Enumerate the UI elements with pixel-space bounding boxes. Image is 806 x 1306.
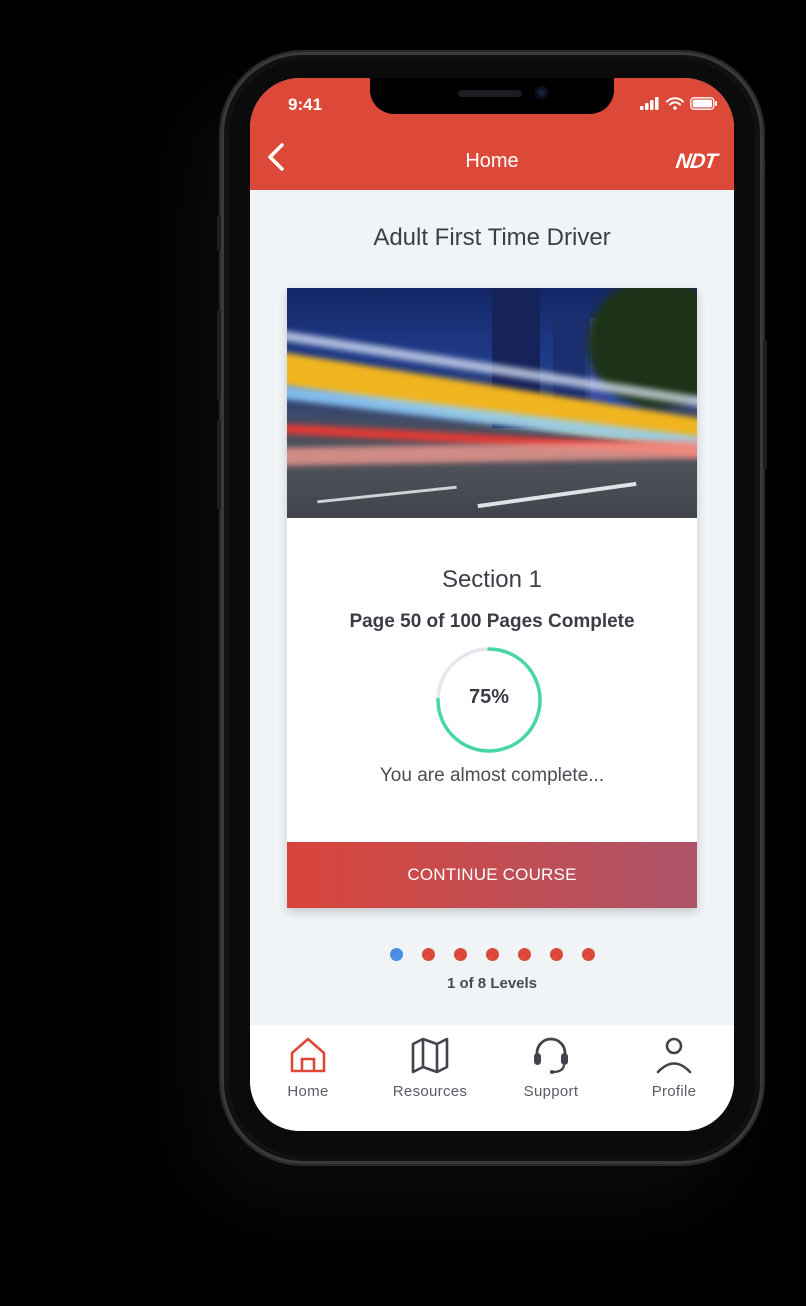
map-icon xyxy=(411,1037,449,1074)
course-card: Section 1 Page 50 of 100 Pages Complete … xyxy=(287,288,697,908)
signal-icon xyxy=(640,97,659,110)
device-notch xyxy=(370,78,614,114)
nav-header: 9:41 Home NDT xyxy=(250,78,734,190)
course-title: Adult First Time Driver xyxy=(373,224,611,251)
tab-resources-label: Resources xyxy=(392,1083,468,1100)
volume-up-button xyxy=(217,310,221,400)
status-time: 9:41 xyxy=(288,95,323,114)
level-dot[interactable] xyxy=(485,948,499,961)
road-arrow xyxy=(317,485,457,504)
tab-home[interactable]: Home xyxy=(250,1035,368,1100)
tab-support[interactable]: Support xyxy=(491,1035,611,1100)
speaker xyxy=(458,90,522,97)
section-title: Section 1 xyxy=(441,566,543,593)
level-dot[interactable] xyxy=(453,948,467,961)
home-icon xyxy=(290,1037,326,1073)
tab-profile-label: Profile xyxy=(651,1083,697,1100)
bottom-tab-bar: Home Resources Support Profile xyxy=(250,1025,734,1131)
camera xyxy=(535,86,548,99)
ndt-logo[interactable]: NDT xyxy=(674,150,717,174)
light-trail xyxy=(287,439,697,466)
level-dot[interactable] xyxy=(421,948,435,961)
status-icons xyxy=(640,97,718,110)
wifi-icon xyxy=(666,97,684,110)
course-hero-image xyxy=(287,288,697,518)
page-title: Home xyxy=(465,150,519,172)
tab-support-label: Support xyxy=(523,1083,579,1100)
progress-message: You are almost complete... xyxy=(379,765,605,786)
level-dot[interactable] xyxy=(581,948,595,961)
progress-percent: 75% xyxy=(468,686,510,708)
road-arrow xyxy=(477,481,637,509)
power-button xyxy=(763,340,767,470)
tab-home-label: Home xyxy=(287,1083,329,1100)
app-screen: 9:41 Home NDT Adult First Time Driver Se… xyxy=(250,78,734,1131)
tab-resources[interactable]: Resources xyxy=(370,1035,490,1100)
mute-switch xyxy=(217,215,221,251)
battery-icon xyxy=(690,97,717,110)
user-icon xyxy=(656,1037,692,1074)
level-dot[interactable] xyxy=(549,948,563,961)
volume-down-button xyxy=(217,420,221,510)
level-dot[interactable] xyxy=(389,948,403,961)
pages-progress-text: Page 50 of 100 Pages Complete xyxy=(349,611,635,632)
headset-icon xyxy=(534,1037,568,1074)
levels-count: 1 of 8 Levels xyxy=(446,975,538,992)
tab-profile[interactable]: Profile xyxy=(614,1035,734,1100)
continue-course-button[interactable]: CONTINUE COURSE xyxy=(287,842,697,908)
level-pagination xyxy=(250,948,734,961)
level-dot[interactable] xyxy=(517,948,531,961)
